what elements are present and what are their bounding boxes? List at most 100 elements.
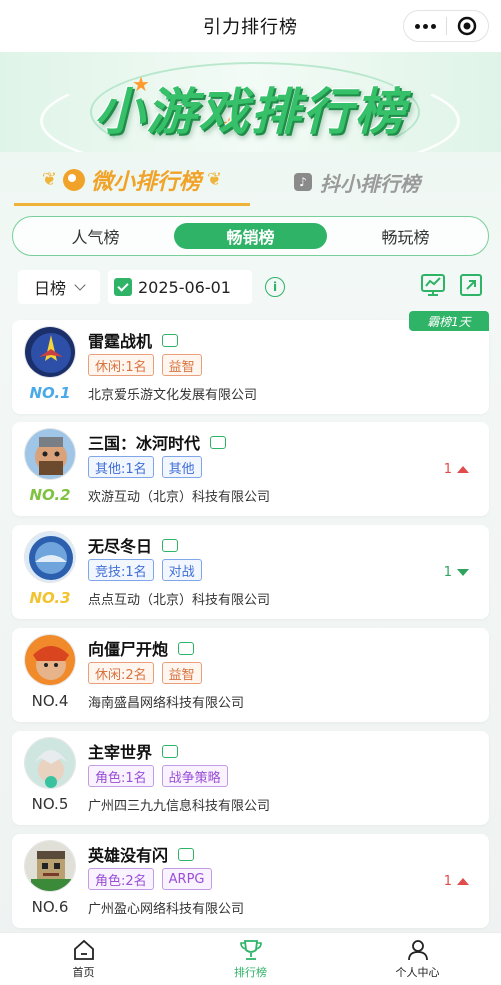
game-name: 雷霆战机 [88, 332, 153, 351]
tag-list: 角色:2名 ARPG [88, 868, 212, 890]
tag-list: 竞技:1名 对战 [88, 559, 202, 581]
banner: ★ ★ 小游戏排行榜 [0, 52, 501, 152]
laurel-icon: ❦ [207, 169, 223, 190]
category-rank-tag: 角色:1名 [88, 765, 154, 787]
game-name-row: 无尽冬日 [88, 533, 179, 557]
game-card-2[interactable]: 三国：冰河时代 其他:1名 其他 1 NO.2 欢游互动（北京）科技有限公司 [12, 422, 489, 516]
game-avatar [24, 531, 76, 583]
page-title: 引力排行榜 [203, 17, 298, 38]
nav-label: 个人中心 [395, 965, 440, 979]
category-rank-tag: 竞技:1名 [88, 559, 154, 581]
comment-icon[interactable] [207, 432, 227, 449]
rank-number: NO.5 [31, 795, 69, 813]
nav-home[interactable]: 首页 [0, 933, 167, 985]
share-export-icon[interactable] [458, 272, 484, 298]
ranking-type-tabs: 人气榜 畅销榜 畅玩榜 [12, 216, 489, 256]
game-name-row: 英雄没有闪 [88, 842, 195, 866]
trend-chart-icon[interactable] [420, 272, 446, 298]
nav-label: 首页 [72, 965, 95, 979]
game-card-5[interactable]: 主宰世界 角色:1名 战争策略 NO.5 广州四三九九信息科技有限公司 [12, 731, 489, 825]
filter-row: 日榜 2025-06-01 i [0, 270, 501, 306]
tag-list: 其他:1名 其他 [88, 456, 202, 478]
rank-number: NO.2 [29, 486, 71, 504]
game-card-3[interactable]: 无尽冬日 竞技:1名 对战 1 NO.3 点点互动（北京）科技有限公司 [12, 525, 489, 619]
game-avatar [24, 840, 76, 892]
genre-tag: 益智 [161, 354, 202, 376]
rank-number: NO.3 [29, 589, 71, 607]
tag-list: 休闲:1名 益智 [88, 354, 202, 376]
genre-tag: ARPG [161, 868, 212, 890]
close-target-button[interactable] [447, 11, 488, 41]
nav-label: 排行榜 [234, 965, 267, 979]
tab-popularity[interactable]: 人气榜 [19, 223, 172, 249]
game-avatar [24, 634, 76, 686]
more-menu-button[interactable] [404, 11, 446, 41]
comment-icon[interactable] [159, 741, 179, 758]
tab-wechat-mini[interactable]: ❦ 微小排行榜 ❦ [14, 156, 250, 206]
tab-label: 微小排行榜 [90, 169, 201, 195]
tab-bestseller[interactable]: 畅销榜 [174, 223, 327, 249]
info-icon[interactable]: i [265, 277, 285, 297]
calendar-icon [114, 278, 132, 296]
rank-number: NO.4 [31, 692, 69, 710]
rank-change-value: 1 [443, 462, 452, 477]
tab-label: 抖小排行榜 [320, 171, 420, 196]
rank-number: NO.1 [29, 384, 71, 402]
game-avatar [24, 428, 76, 480]
laurel-icon: ❦ [41, 169, 57, 190]
user-icon [407, 939, 428, 960]
rank-number: NO.6 [31, 898, 69, 916]
genre-tag: 对战 [161, 559, 202, 581]
category-rank-tag: 其他:1名 [88, 456, 154, 478]
comment-icon[interactable] [175, 844, 195, 861]
game-name-row: 主宰世界 [88, 739, 179, 763]
bottom-nav: 首页 排行榜 个人中心 [0, 932, 501, 985]
category-rank-tag: 休闲:2名 [88, 662, 154, 684]
category-rank-tag: 角色:2名 [88, 868, 154, 890]
game-avatar [24, 737, 76, 789]
title-bar: 引力排行榜 [0, 0, 501, 52]
tab-douyin-mini[interactable]: ♪ 抖小排行榜 [294, 162, 444, 202]
company-name: 广州四三九九信息科技有限公司 [88, 799, 271, 814]
comment-icon[interactable] [159, 535, 179, 552]
genre-tag: 战争策略 [161, 765, 228, 787]
game-card-6[interactable]: 英雄没有闪 角色:2名 ARPG 1 NO.6 广州盈心网络科技有限公司 [12, 834, 489, 928]
douyin-icon: ♪ [294, 173, 312, 191]
rank-change: 1 [444, 565, 469, 580]
game-name: 主宰世界 [88, 743, 153, 762]
company-name: 广州盈心网络科技有限公司 [88, 902, 245, 917]
company-name: 北京爱乐游文化发展有限公司 [88, 388, 258, 403]
chevron-down-icon [74, 279, 86, 291]
home-icon [73, 939, 94, 960]
target-icon [458, 16, 477, 36]
arrow-up-icon [457, 466, 469, 473]
tag-list: 角色:1名 战争策略 [88, 765, 228, 787]
game-name: 向僵尸开炮 [88, 640, 169, 659]
wechat-mini-icon [62, 168, 85, 191]
company-name: 海南盛昌网络科技有限公司 [88, 696, 245, 711]
game-card-1[interactable]: 雷霆战机 休闲:1名 益智 NO.1 北京爱乐游文化发展有限公司 [12, 320, 489, 414]
rank-change-value: 1 [443, 874, 452, 889]
nav-ranking[interactable]: 排行榜 [167, 933, 334, 985]
game-name-row: 雷霆战机 [88, 328, 179, 352]
rank-change: 1 [444, 462, 469, 477]
game-name: 英雄没有闪 [88, 846, 169, 865]
banner-title: 小游戏排行榜 [94, 83, 407, 141]
game-name-row: 向僵尸开炮 [88, 636, 195, 660]
game-avatar [24, 326, 76, 378]
comment-icon[interactable] [159, 330, 179, 347]
arrow-up-icon [457, 878, 469, 885]
company-name: 欢游互动（北京）科技有限公司 [88, 490, 271, 505]
date-picker[interactable]: 2025-06-01 [108, 270, 252, 304]
date-value: 2025-06-01 [138, 277, 231, 297]
tab-most-played[interactable]: 畅玩榜 [329, 223, 482, 249]
game-card-4[interactable]: 向僵尸开炮 休闲:2名 益智 NO.4 海南盛昌网络科技有限公司 [12, 628, 489, 722]
company-name: 点点互动（北京）科技有限公司 [88, 593, 271, 608]
comment-icon[interactable] [175, 638, 195, 655]
nav-profile[interactable]: 个人中心 [334, 933, 501, 985]
period-select[interactable]: 日榜 [18, 270, 100, 304]
arrow-down-icon [457, 569, 469, 576]
trophy-icon [239, 939, 262, 960]
period-value: 日榜 [33, 279, 66, 298]
genre-tag: 益智 [161, 662, 202, 684]
